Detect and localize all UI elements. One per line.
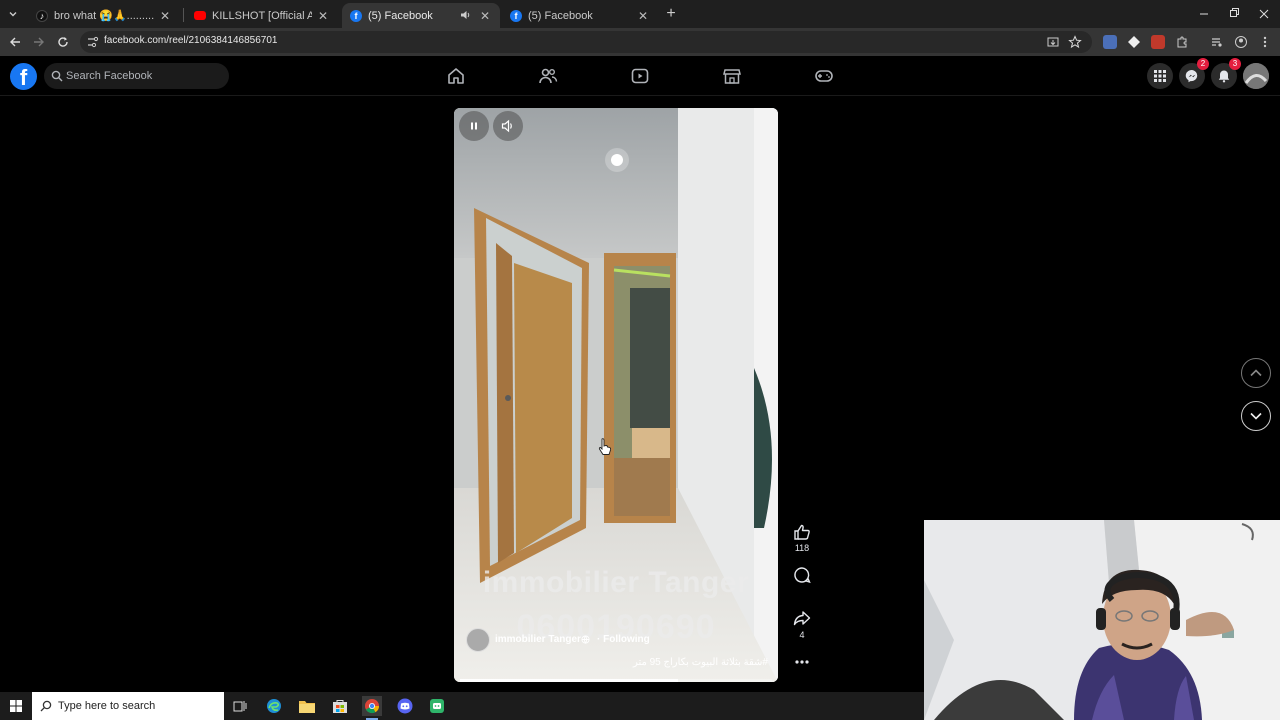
search-icon — [51, 70, 63, 82]
messenger-button[interactable]: 2 — [1179, 58, 1209, 89]
browser-toolbar: facebook.com/reel/2106384146856701 — [0, 28, 1280, 56]
site-info-icon[interactable] — [86, 35, 100, 49]
home-icon[interactable] — [446, 66, 466, 86]
share-icon — [793, 611, 811, 626]
gaming-icon[interactable] — [814, 66, 834, 86]
extensions-puzzle-icon[interactable] — [1175, 35, 1189, 49]
messenger-badge: 2 — [1197, 58, 1209, 70]
translate-extension-icon[interactable] — [1103, 35, 1117, 49]
install-app-icon[interactable] — [1046, 35, 1060, 49]
close-tab-icon[interactable]: ✕ — [316, 9, 330, 23]
address-bar[interactable]: facebook.com/reel/2106384146856701 — [80, 31, 1092, 53]
tab-search-chevron-icon[interactable] — [4, 5, 22, 23]
pause-icon — [471, 122, 477, 130]
notifications-button[interactable]: 3 — [1211, 58, 1241, 89]
more-dots-icon — [795, 660, 809, 664]
restore-button[interactable] — [1220, 4, 1248, 24]
tab-title: (5) Facebook — [368, 9, 433, 22]
new-tab-button[interactable]: + — [662, 5, 680, 23]
following-status[interactable]: · Following — [597, 634, 650, 645]
search-input[interactable] — [66, 63, 226, 89]
webcam-person-image — [924, 520, 1280, 720]
video-overlay-text: immobilier Tanger — [482, 566, 750, 599]
channel-avatar[interactable] — [466, 628, 490, 652]
youtube-icon — [194, 11, 206, 20]
bell-icon — [1218, 70, 1230, 83]
facebook-search[interactable] — [44, 63, 229, 89]
bookmark-star-icon[interactable] — [1068, 35, 1082, 49]
pause-button[interactable] — [459, 111, 489, 141]
reel-caption: #شقة بثلاثة البيوت بكاراج 95 متر — [632, 657, 768, 668]
tiktok-icon: ♪ — [36, 9, 48, 22]
profile-icon[interactable] — [1234, 35, 1248, 49]
back-button[interactable] — [6, 33, 24, 51]
taskbar-search-input[interactable] — [58, 692, 218, 720]
green-app-icon[interactable] — [427, 696, 447, 716]
tab-title: KILLSHOT [Official Audio] - You — [212, 9, 312, 22]
discord-icon[interactable] — [395, 696, 415, 716]
speaker-icon[interactable] — [460, 9, 474, 23]
browser-menu-icon[interactable] — [1258, 35, 1272, 49]
marketplace-icon[interactable] — [722, 66, 742, 86]
reload-button[interactable] — [54, 33, 72, 51]
chrome-browser-icon[interactable] — [362, 696, 382, 716]
share-button[interactable] — [790, 606, 814, 630]
messenger-icon — [1185, 69, 1198, 83]
tab-title: (5) Facebook — [528, 9, 593, 22]
friends-icon[interactable] — [538, 66, 558, 86]
chevron-down-icon — [1250, 412, 1262, 420]
tab-divider — [183, 8, 184, 22]
hand-cursor-icon — [598, 438, 612, 456]
close-tab-icon[interactable]: ✕ — [158, 9, 172, 23]
chevron-up-icon — [1250, 369, 1262, 377]
like-count: 118 — [794, 543, 810, 553]
minimize-button[interactable] — [1190, 4, 1218, 24]
taskbar-search[interactable] — [32, 692, 224, 720]
share-count: 4 — [799, 630, 805, 640]
channel-name[interactable]: immobilier Tanger — [495, 634, 581, 645]
windows-start-icon[interactable] — [6, 696, 26, 716]
diamond-extension-icon[interactable] — [1127, 35, 1141, 49]
comment-button[interactable] — [790, 563, 814, 587]
red-extension-icon[interactable] — [1151, 35, 1165, 49]
close-tab-icon[interactable]: ✕ — [636, 9, 650, 23]
search-icon — [40, 700, 52, 712]
facebook-header: f 2 3 — [0, 56, 1280, 96]
webcam-overlay — [924, 520, 1280, 720]
like-button[interactable] — [790, 520, 814, 544]
video-progress-bar[interactable] — [460, 679, 772, 682]
mute-button[interactable] — [493, 111, 523, 141]
account-avatar[interactable] — [1243, 63, 1269, 89]
task-view-icon[interactable] — [230, 696, 250, 716]
menu-grid-icon[interactable] — [1147, 63, 1173, 89]
more-options-button[interactable] — [790, 650, 814, 674]
notifications-badge: 3 — [1229, 58, 1241, 70]
facebook-icon: f — [350, 9, 362, 22]
close-window-button[interactable] — [1250, 4, 1278, 24]
globe-icon — [581, 635, 590, 644]
video-progress-fill — [460, 679, 679, 682]
windows-taskbar — [0, 692, 924, 720]
thumbs-up-icon — [794, 524, 810, 540]
close-tab-icon[interactable]: ✕ — [478, 9, 492, 23]
file-explorer-icon[interactable] — [297, 696, 317, 716]
browser-tab-youtube[interactable]: KILLSHOT [Official Audio] - You ✕ — [186, 3, 338, 28]
previous-reel-button[interactable] — [1241, 358, 1271, 388]
speaker-icon — [501, 119, 512, 133]
facebook-icon: f — [510, 9, 522, 22]
forward-button[interactable] — [30, 33, 48, 51]
next-reel-button[interactable] — [1241, 401, 1271, 431]
url-text[interactable]: facebook.com/reel/2106384146856701 — [104, 35, 277, 46]
browser-tab-facebook-active[interactable]: f (5) Facebook ✕ — [342, 3, 500, 28]
comment-icon — [794, 567, 811, 584]
facebook-logo[interactable]: f — [10, 63, 37, 90]
edge-browser-icon[interactable] — [264, 696, 284, 716]
video-icon[interactable] — [630, 66, 650, 86]
media-controls-icon[interactable] — [1210, 35, 1224, 49]
microsoft-store-icon[interactable] — [330, 696, 350, 716]
tab-title: bro what 😭🙏........................#fy — [54, 10, 154, 22]
browser-tab-facebook[interactable]: f (5) Facebook ✕ — [502, 3, 658, 28]
browser-tab-tiktok[interactable]: ♪ bro what 😭🙏........................#fy… — [28, 3, 180, 28]
browser-tab-strip: ♪ bro what 😭🙏........................#fy… — [0, 0, 1280, 28]
